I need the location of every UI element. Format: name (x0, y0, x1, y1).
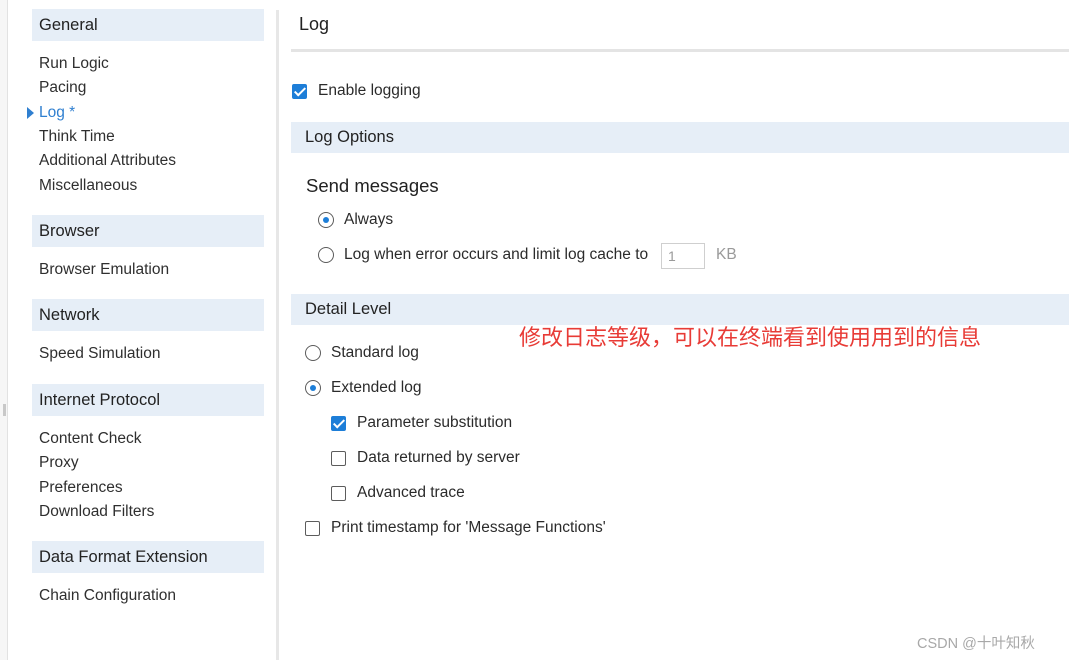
page-title: Log (299, 14, 330, 34)
data-returned-label: Data returned by server (357, 449, 520, 466)
category-general: General (32, 9, 264, 41)
category-data-format-extension: Data Format Extension (32, 541, 264, 573)
log-on-error-label: Log when error occurs and limit log cach… (344, 246, 649, 263)
log-on-error-radio[interactable] (318, 247, 334, 263)
enable-logging-label: Enable logging (318, 82, 421, 99)
sidebar-item-think-time[interactable]: Think Time (39, 127, 115, 147)
print-timestamp-label: Print timestamp for 'Message Functions' (331, 519, 606, 536)
log-cache-unit: KB (716, 246, 737, 263)
always-label: Always (344, 211, 394, 228)
sidebar-item-speed-simulation[interactable]: Speed Simulation (39, 344, 161, 364)
sidebar-item-additional-attributes[interactable]: Additional Attributes (39, 151, 176, 171)
parameter-substitution-label: Parameter substitution (357, 414, 513, 431)
category-network: Network (32, 299, 264, 331)
extended-log-label: Extended log (331, 379, 422, 396)
parameter-substitution-checkbox[interactable] (331, 416, 346, 431)
sidebar-item-chain-configuration[interactable]: Chain Configuration (39, 586, 176, 606)
send-messages-title: Send messages (306, 175, 439, 196)
advanced-trace-label: Advanced trace (357, 484, 465, 501)
watermark: CSDN @十叶知秋 (917, 636, 1035, 652)
category-browser: Browser (32, 215, 264, 247)
red-annotation-text: 修改日志等级，可以在终端看到使用用到的信息 (519, 325, 982, 350)
standard-log-label: Standard log (331, 344, 419, 361)
sidebar-item-miscellaneous[interactable]: Miscellaneous (39, 176, 137, 196)
sidebar-item-log[interactable]: Log * (39, 103, 75, 123)
resize-grip-icon[interactable] (3, 404, 6, 416)
always-radio[interactable] (318, 212, 334, 228)
sidebar-item-run-logic[interactable]: Run Logic (39, 54, 109, 74)
sidebar-item-content-check[interactable]: Content Check (39, 429, 142, 449)
log-settings-panel: Log Enable logging Log Options Send mess… (279, 0, 1069, 660)
sidebar-item-browser-emulation[interactable]: Browser Emulation (39, 260, 169, 280)
log-cache-size-input[interactable] (661, 243, 705, 269)
enable-logging-checkbox[interactable] (292, 84, 307, 99)
sidebar-item-preferences[interactable]: Preferences (39, 478, 123, 498)
log-options-header: Log Options (291, 122, 1069, 153)
print-timestamp-checkbox[interactable] (305, 521, 320, 536)
triangle-right-icon (27, 107, 34, 119)
data-returned-checkbox[interactable] (331, 451, 346, 466)
sidebar-item-download-filters[interactable]: Download Filters (39, 502, 154, 522)
sidebar-item-pacing[interactable]: Pacing (39, 78, 86, 98)
advanced-trace-checkbox[interactable] (331, 486, 346, 501)
settings-sidebar: General Run Logic Pacing Log * Think Tim… (8, 0, 276, 660)
extended-log-radio[interactable] (305, 380, 321, 396)
title-divider (291, 49, 1069, 52)
standard-log-radio[interactable] (305, 345, 321, 361)
sidebar-item-proxy[interactable]: Proxy (39, 453, 79, 473)
category-internet-protocol: Internet Protocol (32, 384, 264, 416)
left-panel-edge (0, 0, 8, 660)
